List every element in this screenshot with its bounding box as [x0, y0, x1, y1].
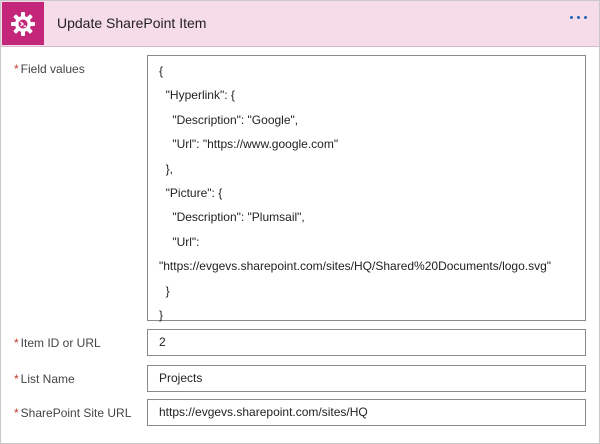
gear-terminal-icon: [2, 2, 44, 45]
json-line: "Url":: [159, 234, 200, 249]
more-dot: [570, 16, 573, 19]
list-name-input[interactable]: Projects: [147, 365, 586, 392]
site-url-input[interactable]: https://evgevs.sharepoint.com/sites/HQ: [147, 399, 586, 426]
field-values-editor[interactable]: { "Hyperlink": { "Description": "Google"…: [147, 55, 586, 322]
json-line: "Picture": {: [159, 185, 223, 200]
field-values-label: * Field values: [14, 62, 85, 76]
more-options-icon[interactable]: [570, 16, 587, 19]
more-dot: [584, 16, 587, 19]
site-url-label: * SharePoint Site URL: [14, 406, 132, 420]
json-line: "Description": "Plumsail",: [159, 210, 305, 225]
json-line: "https://evgevs.sharepoint.com/sites/HQ/…: [159, 259, 552, 274]
required-marker: *: [14, 372, 19, 386]
json-line: }: [159, 283, 170, 298]
list-name-label: * List Name: [14, 372, 75, 386]
json-line: }: [159, 307, 164, 322]
json-line: "Hyperlink": {: [159, 88, 235, 103]
json-line: },: [159, 161, 174, 176]
json-line: "Description": "Google",: [159, 112, 299, 127]
json-line: {: [159, 64, 164, 78]
required-marker: *: [14, 406, 19, 420]
action-title: Update SharePoint Item: [57, 15, 207, 31]
more-dot: [577, 16, 580, 19]
item-id-label: * Item ID or URL: [14, 336, 101, 350]
item-id-input[interactable]: 2: [147, 329, 586, 356]
json-line: "Url": "https://www.google.com": [159, 137, 339, 152]
action-card: Update SharePoint Item * Field values { "…: [0, 0, 600, 444]
required-marker: *: [14, 336, 19, 350]
required-marker: *: [14, 62, 19, 76]
action-header[interactable]: Update SharePoint Item: [1, 1, 599, 47]
